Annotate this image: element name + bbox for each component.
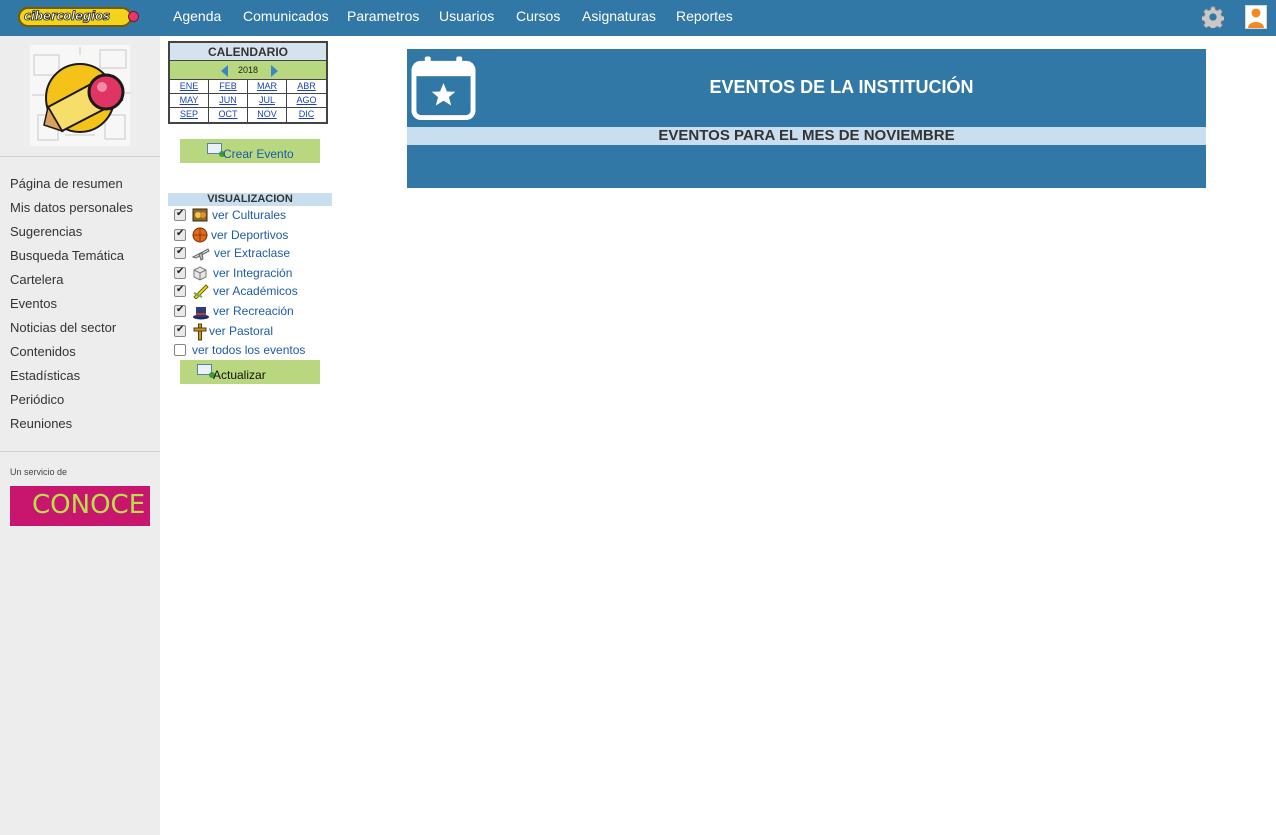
month-link[interactable]: JUL <box>248 94 287 108</box>
update-button[interactable]: Actualizar <box>180 360 320 384</box>
update-icon <box>197 364 215 378</box>
filter-recreacion: ver Recreación <box>174 304 334 320</box>
checkbox[interactable] <box>174 208 186 221</box>
culture-icon <box>192 207 208 223</box>
nav-cursos[interactable]: Cursos <box>516 8 560 24</box>
cross-icon <box>192 323 208 341</box>
sidebar-item-reuniones[interactable]: Reuniones <box>10 416 72 431</box>
nav-asignaturas[interactable]: Asignaturas <box>582 8 656 24</box>
logo-text: cibercolegios <box>24 9 111 24</box>
calendar-month-grid: ENE FEB MAR ABR MAY JUN JUL AGO SEP OCT … <box>170 80 326 122</box>
next-year-arrow-icon[interactable] <box>271 65 278 77</box>
service-label: Un servicio de <box>10 467 68 477</box>
month-link[interactable]: JUN <box>209 94 248 108</box>
sidebar-item-noticias[interactable]: Noticias del sector <box>10 320 116 335</box>
create-event-label: Crear Evento <box>223 147 294 161</box>
month-link[interactable]: AGO <box>287 94 326 108</box>
calendar-widget: CALENDARIO 2018 ENE FEB MAR ABR MAY JUN … <box>168 41 328 124</box>
filter-culturales: ver Culturales <box>174 208 334 224</box>
checkbox[interactable] <box>174 246 186 259</box>
checkbox[interactable] <box>174 324 186 337</box>
month-link[interactable]: ABR <box>287 80 326 94</box>
user-avatar-icon[interactable] <box>1245 5 1267 29</box>
sidebar-item-estadisticas[interactable]: Estadísticas <box>10 368 80 383</box>
left-sidebar: Página de resumen Mis datos personales S… <box>0 36 160 835</box>
filter-integracion: ver Integración <box>174 266 334 282</box>
checkbox[interactable] <box>174 228 186 241</box>
update-label: Actualizar <box>213 368 266 382</box>
events-month-heading: EVENTOS PARA EL MES DE NOVIEMBRE <box>407 127 1206 145</box>
month-link[interactable]: MAY <box>170 94 209 108</box>
month-link[interactable]: FEB <box>209 80 248 94</box>
pencil-icon <box>192 283 209 300</box>
sidebar-item-busqueda-tematica[interactable]: Busqueda Temática <box>10 248 124 263</box>
gear-icon[interactable] <box>1202 6 1224 28</box>
filter-label[interactable]: ver Deportivos <box>211 228 288 242</box>
filter-academicos: ver Académicos <box>174 284 334 300</box>
month-link[interactable]: NOV <box>248 108 287 122</box>
nav-agenda[interactable]: Agenda <box>173 8 221 24</box>
school-logo-image <box>30 45 130 146</box>
filter-todos: ver todos los eventos <box>174 343 344 359</box>
checkbox[interactable] <box>174 266 186 279</box>
banner-text: CONOCE <box>32 490 146 520</box>
month-link[interactable]: OCT <box>209 108 248 122</box>
cibercolegios-logo[interactable]: cibercolegios <box>18 6 140 28</box>
filter-label[interactable]: ver Académicos <box>213 284 298 298</box>
filter-extraclase: ver Extraclase <box>174 246 334 262</box>
filter-pastoral: ver Pastoral <box>174 323 334 341</box>
filter-label[interactable]: ver Recreación <box>213 304 294 318</box>
create-event-button[interactable]: Crear Evento <box>180 139 320 163</box>
events-title: EVENTOS DE LA INSTITUCIÓN <box>709 77 974 97</box>
filter-label[interactable]: ver Integración <box>213 266 292 280</box>
top-navbar: cibercolegios Agenda Comunicados Paramet… <box>0 0 1276 36</box>
sidebar-item-datos-personales[interactable]: Mis datos personales <box>10 200 133 215</box>
filter-deportivos: ver Deportivos <box>174 227 334 244</box>
nav-comunicados[interactable]: Comunicados <box>243 8 329 24</box>
nav-usuarios[interactable]: Usuarios <box>439 8 494 24</box>
sidebar-item-resumen[interactable]: Página de resumen <box>10 176 123 191</box>
nav-reportes[interactable]: Reportes <box>676 8 733 24</box>
sidebar-item-contenidos[interactable]: Contenidos <box>10 344 76 359</box>
filter-label[interactable]: ver todos los eventos <box>192 343 305 357</box>
sidebar-item-cartelera[interactable]: Cartelera <box>10 272 63 287</box>
person-icon <box>1248 8 1264 28</box>
sidebar-item-periodico[interactable]: Periódico <box>10 392 64 407</box>
filter-label[interactable]: ver Extraclase <box>214 246 290 260</box>
box-icon <box>192 265 208 281</box>
magic-hat-icon <box>192 303 209 320</box>
conoce-banner[interactable]: CONOCE <box>10 486 150 526</box>
visualization-header: VISUALIZACION <box>168 193 332 206</box>
checkbox[interactable] <box>174 284 186 297</box>
events-panel: EVENTOS DE LA INSTITUCIÓN EVENTOS PARA E… <box>407 49 1206 188</box>
pencil-tip-icon <box>128 11 139 22</box>
basketball-icon <box>192 227 208 243</box>
sidebar-item-eventos[interactable]: Eventos <box>10 296 57 311</box>
checkbox[interactable] <box>174 344 186 356</box>
filter-label[interactable]: ver Culturales <box>212 208 286 222</box>
nav-parametros[interactable]: Parametros <box>347 8 419 24</box>
airplane-icon <box>191 245 210 261</box>
month-link[interactable]: MAR <box>248 80 287 94</box>
sidebar-divider <box>0 451 160 452</box>
sidebar-item-sugerencias[interactable]: Sugerencias <box>10 224 82 239</box>
calendar-year: 2018 <box>237 65 259 75</box>
calendar-year-bar: 2018 <box>170 61 326 80</box>
new-event-icon <box>207 143 225 157</box>
sidebar-divider <box>0 156 160 157</box>
checkbox[interactable] <box>174 304 186 317</box>
month-link[interactable]: ENE <box>170 80 209 94</box>
filter-label[interactable]: ver Pastoral <box>209 324 273 338</box>
month-link[interactable]: SEP <box>170 108 209 122</box>
calendar-title: CALENDARIO <box>170 43 326 61</box>
month-link[interactable]: DIC <box>287 108 326 122</box>
